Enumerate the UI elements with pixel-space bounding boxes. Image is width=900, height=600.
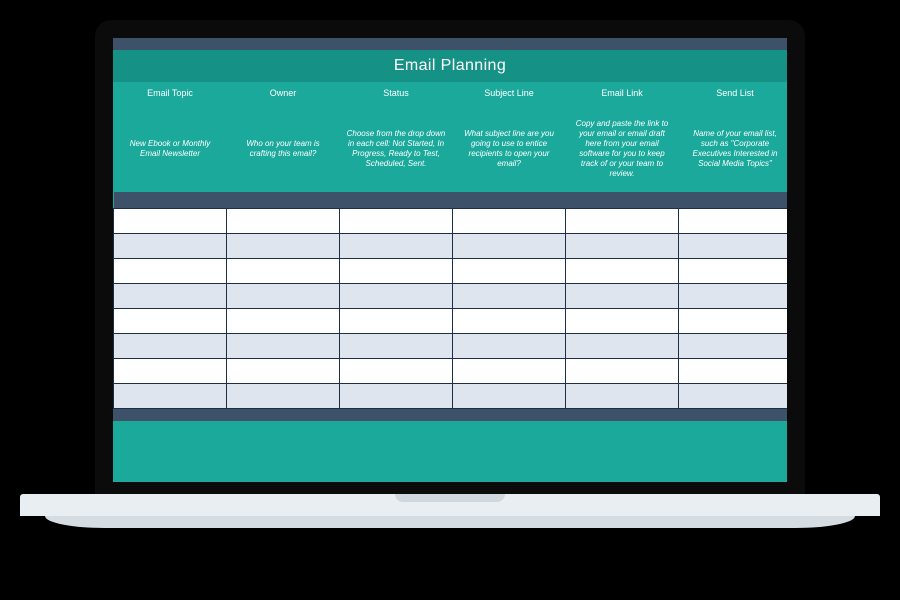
col-header[interactable]: Send List [679, 82, 788, 106]
cell[interactable] [566, 284, 679, 309]
col-header[interactable]: Email Topic [114, 82, 227, 106]
cell[interactable] [679, 234, 788, 259]
cell[interactable] [679, 384, 788, 409]
cell[interactable] [114, 259, 227, 284]
cell[interactable] [227, 234, 340, 259]
screen-bezel: Email Planning Email Topic Owner Status … [95, 20, 805, 500]
cell[interactable] [566, 359, 679, 384]
col-header[interactable]: Email Link [566, 82, 679, 106]
cell[interactable] [227, 259, 340, 284]
col-desc: Choose from the drop down in each cell: … [340, 106, 453, 192]
cell[interactable] [114, 334, 227, 359]
table-row [114, 259, 788, 284]
cell[interactable] [679, 259, 788, 284]
table-row [114, 309, 788, 334]
cell[interactable] [566, 234, 679, 259]
table-row [114, 234, 788, 259]
table-row [114, 384, 788, 409]
cell[interactable] [453, 309, 566, 334]
description-row: New Ebook or Monthly Email Newsletter Wh… [114, 106, 788, 192]
cell[interactable] [453, 209, 566, 234]
header-row: Email Topic Owner Status Subject Line Em… [114, 82, 788, 106]
cell[interactable] [114, 309, 227, 334]
cell[interactable] [227, 334, 340, 359]
col-desc: What subject line are you going to use t… [453, 106, 566, 192]
cell[interactable] [340, 259, 453, 284]
bottom-band [113, 409, 787, 421]
cell[interactable] [566, 259, 679, 284]
cell[interactable] [340, 309, 453, 334]
cell[interactable] [340, 284, 453, 309]
cell[interactable] [340, 359, 453, 384]
cell[interactable] [227, 384, 340, 409]
sheet-title: Email Planning [113, 50, 787, 82]
cell[interactable] [227, 309, 340, 334]
cell[interactable] [679, 309, 788, 334]
cell[interactable] [453, 259, 566, 284]
table-row [114, 209, 788, 234]
cell[interactable] [453, 359, 566, 384]
col-header[interactable]: Status [340, 82, 453, 106]
cell[interactable] [227, 284, 340, 309]
data-body [114, 192, 788, 409]
email-planning-table: Email Topic Owner Status Subject Line Em… [113, 82, 787, 409]
cell[interactable] [566, 334, 679, 359]
top-band [113, 38, 787, 50]
cell[interactable] [679, 334, 788, 359]
laptop-foot [45, 516, 855, 528]
cell[interactable] [114, 234, 227, 259]
cell[interactable] [679, 284, 788, 309]
cell[interactable] [340, 334, 453, 359]
cell[interactable] [566, 309, 679, 334]
cell[interactable] [453, 334, 566, 359]
col-desc: New Ebook or Monthly Email Newsletter [114, 106, 227, 192]
cell[interactable] [340, 384, 453, 409]
cell[interactable] [340, 234, 453, 259]
cell[interactable] [679, 359, 788, 384]
cell[interactable] [453, 234, 566, 259]
table-row [114, 284, 788, 309]
spreadsheet-viewport: Email Planning Email Topic Owner Status … [113, 38, 787, 482]
col-desc: Who on your team is crafting this email? [227, 106, 340, 192]
cell[interactable] [453, 284, 566, 309]
cell[interactable] [114, 359, 227, 384]
col-header[interactable]: Subject Line [453, 82, 566, 106]
cell[interactable] [340, 209, 453, 234]
col-header[interactable]: Owner [227, 82, 340, 106]
cell[interactable] [114, 209, 227, 234]
cell[interactable] [566, 384, 679, 409]
cell[interactable] [114, 284, 227, 309]
laptop-mockup: Email Planning Email Topic Owner Status … [95, 20, 805, 550]
laptop-hinge [20, 494, 880, 516]
cell[interactable] [114, 384, 227, 409]
col-desc: Copy and paste the link to your email or… [566, 106, 679, 192]
table-row [114, 359, 788, 384]
cell[interactable] [566, 209, 679, 234]
cell[interactable] [679, 209, 788, 234]
table-row [114, 334, 788, 359]
separator-row [114, 192, 788, 209]
cell[interactable] [227, 209, 340, 234]
cell[interactable] [453, 384, 566, 409]
cell[interactable] [227, 359, 340, 384]
col-desc: Name of your email list, such as "Corpor… [679, 106, 788, 192]
